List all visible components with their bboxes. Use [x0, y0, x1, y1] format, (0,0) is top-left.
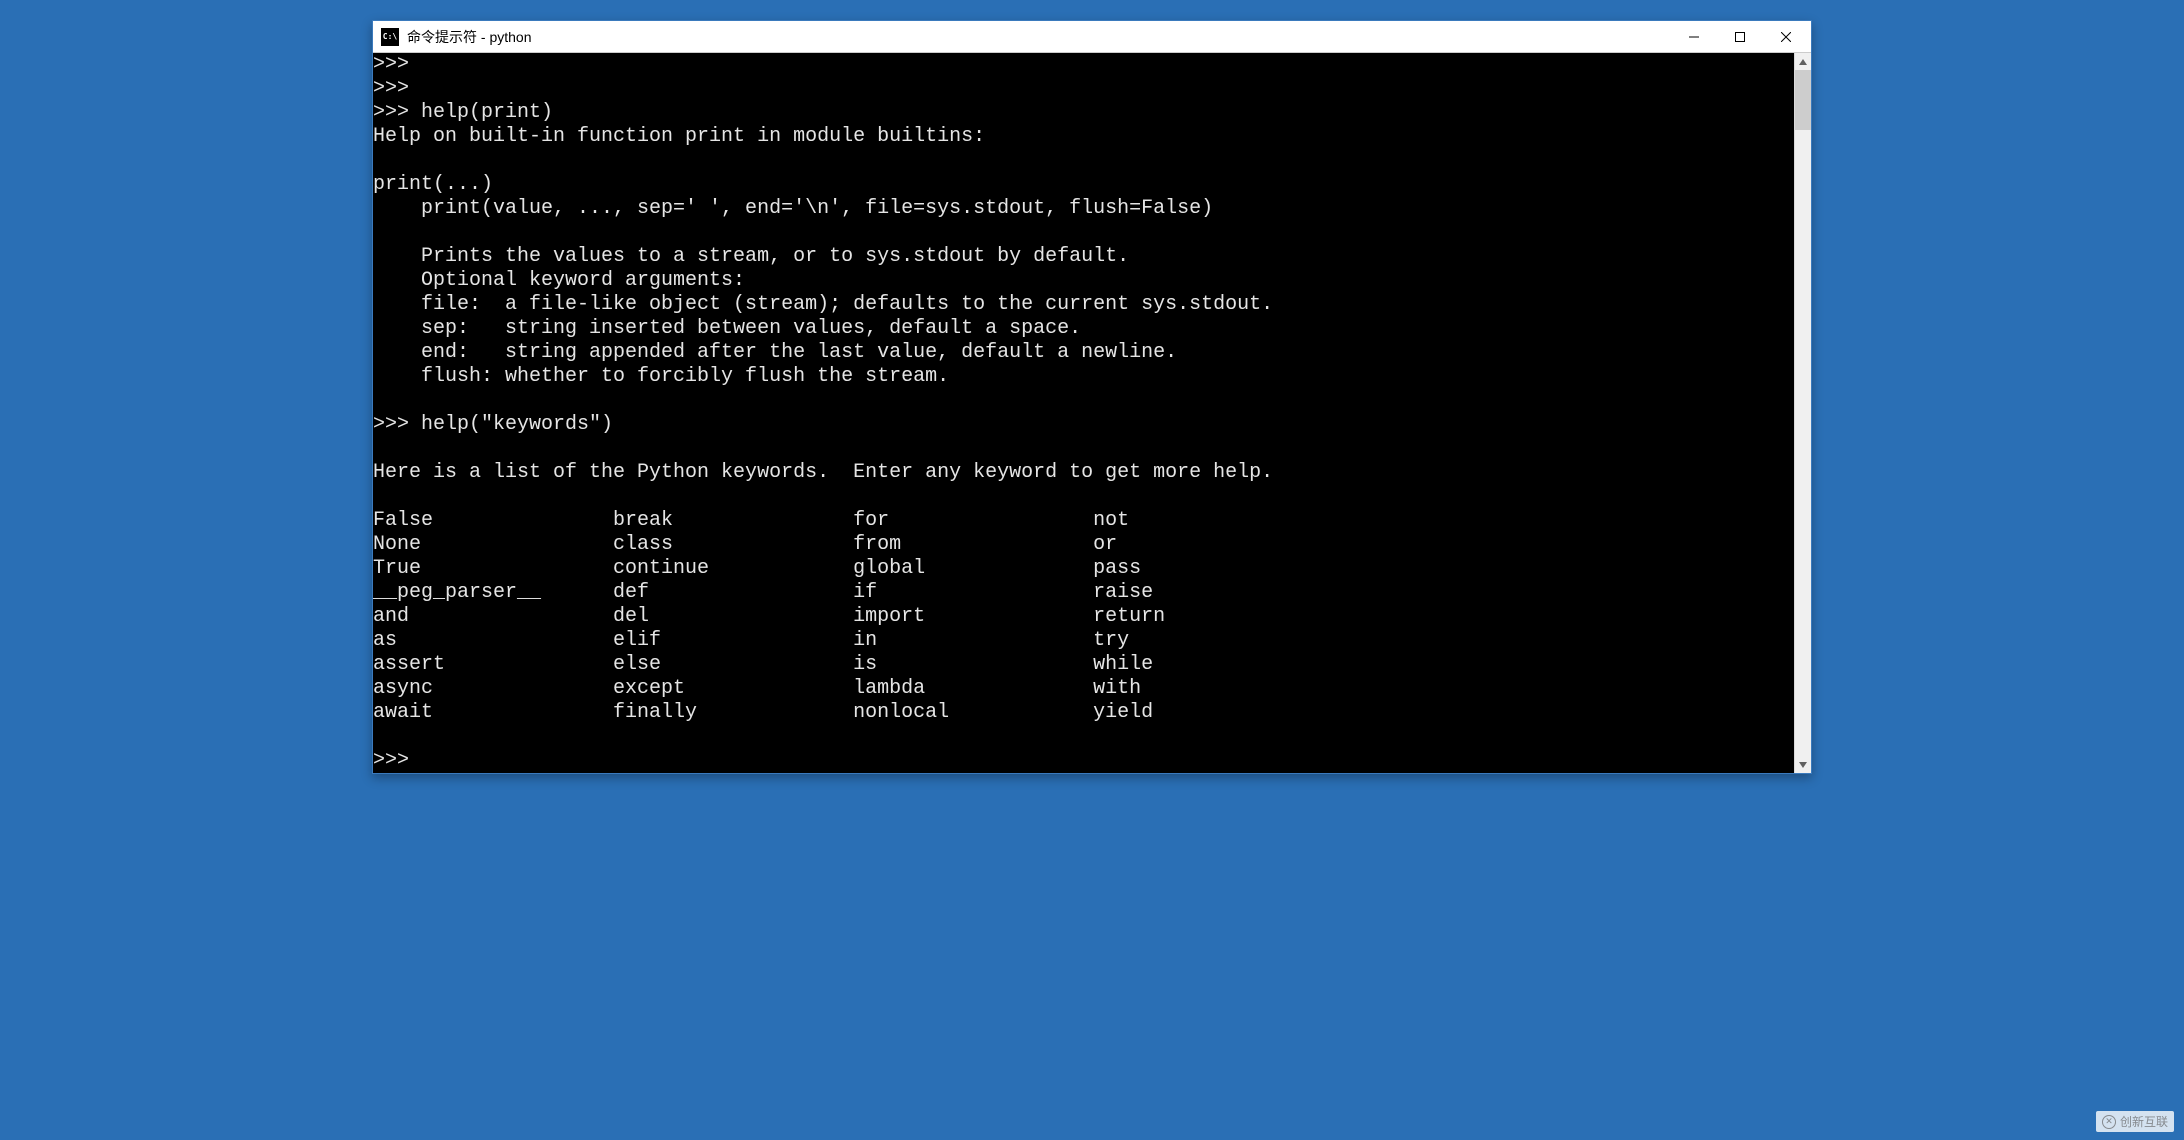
terminal-wrapper: >>> >>> >>> help(print) Help on built-in… — [373, 53, 1811, 773]
watermark: ✕ 创新互联 — [2096, 1111, 2174, 1132]
vertical-scrollbar[interactable] — [1794, 53, 1811, 773]
minimize-icon — [1689, 32, 1699, 42]
chevron-down-icon — [1799, 762, 1807, 768]
watermark-text: 创新互联 — [2120, 1113, 2168, 1130]
terminal-body[interactable]: >>> >>> >>> help(print) Help on built-in… — [373, 53, 1794, 773]
scroll-up-button[interactable] — [1795, 53, 1811, 70]
close-button[interactable] — [1763, 21, 1809, 52]
cmd-app-icon: C:\ — [381, 28, 399, 46]
maximize-icon — [1735, 32, 1745, 42]
titlebar[interactable]: C:\ 命令提示符 - python — [373, 21, 1811, 53]
close-icon — [1781, 32, 1791, 42]
scroll-thumb[interactable] — [1795, 70, 1811, 130]
scroll-down-button[interactable] — [1795, 756, 1811, 773]
command-prompt-window: C:\ 命令提示符 - python >>> >>> >>> help(prin… — [372, 20, 1812, 774]
watermark-icon: ✕ — [2102, 1115, 2116, 1129]
minimize-button[interactable] — [1671, 21, 1717, 52]
window-controls — [1671, 21, 1809, 52]
chevron-up-icon — [1799, 59, 1807, 65]
window-title: 命令提示符 - python — [407, 27, 1671, 47]
maximize-button[interactable] — [1717, 21, 1763, 52]
